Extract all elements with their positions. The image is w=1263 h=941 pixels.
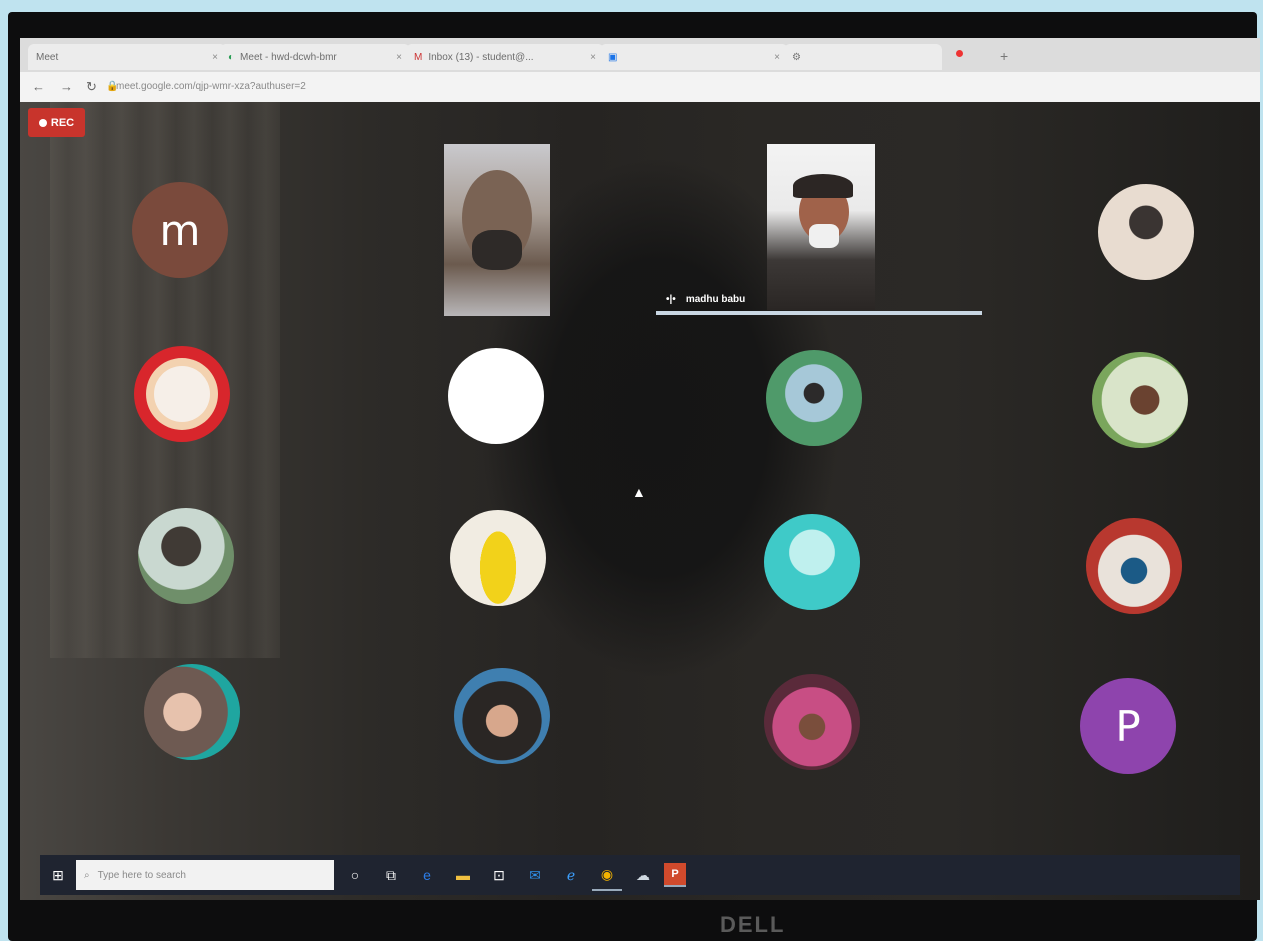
calendar-tab-icon: ▣ [608,51,618,63]
participant-avatar[interactable] [454,668,550,764]
browser-chrome: Meet × ◐ Meet - hwd-dcwh-bmr × M Inbox (13… [20,38,1260,102]
participant-avatar[interactable] [766,350,862,446]
participant-video-tile[interactable] [767,144,875,310]
powerpoint-icon[interactable]: P [664,863,686,887]
participant-avatar-m[interactable]: m [132,182,228,278]
browser-tab[interactable]: ⚙ [784,44,942,70]
participant-avatar[interactable] [764,514,860,610]
participant-avatar[interactable] [448,348,544,444]
tab-label: Meet [36,51,59,63]
tab-label: Meet - hwd-dcwh-bmr [240,51,337,63]
avatar-letter: m [159,205,201,255]
mask-shape [809,224,839,248]
participant-avatar[interactable] [764,674,860,770]
meet-tab-icon: ◐ [228,51,235,63]
mouse-cursor-icon: ▲ [632,484,646,500]
mail-icon[interactable]: ✉ [520,860,550,890]
reload-icon[interactable]: ↻ [86,79,97,95]
rec-label: REC [50,116,75,129]
task-view-icon[interactable]: ⧉ [376,860,406,890]
tab-label: Inbox (13) - student@... [428,51,534,63]
close-tab-icon[interactable]: × [774,52,780,63]
participant-video-tile[interactable] [444,144,550,316]
cortana-icon[interactable]: ○ [340,860,370,890]
address-bar-row: ← → ↻ 🔒 meet.google.com/qjp-wmr-xza?auth… [20,72,1260,102]
beard-shape [472,230,522,270]
url-field[interactable]: meet.google.com/qjp-wmr-xza?authuser=2 [116,81,306,92]
taskbar-search-box[interactable]: ⌕ Type here to search [76,860,334,890]
lion-cartoon-icon [154,366,210,422]
recording-badge: REC [28,108,85,137]
audio-level-icon: •|• [666,293,676,305]
participant-avatar[interactable] [450,510,546,606]
participant-avatar-p[interactable]: P [1080,678,1176,774]
browser-tab[interactable]: M Inbox (13) - student@... × [406,44,604,70]
participant-avatar[interactable] [1098,184,1194,280]
store-icon[interactable]: ⊡ [484,860,514,890]
windows-start-icon[interactable]: ⊞ [40,855,76,895]
record-indicator-icon [956,50,963,57]
dell-logo: DELL [720,912,786,937]
participant-avatar[interactable] [1092,352,1188,448]
back-icon[interactable]: ← [32,79,45,94]
browser-tab[interactable]: ◐ Meet - hwd-dcwh-bmr × [220,44,410,70]
browser-tab[interactable]: Meet × [28,44,226,70]
active-speaker-caption: •|• madhu babu [656,288,992,310]
file-explorer-icon[interactable]: ▬ [448,860,478,890]
participant-avatar[interactable] [134,346,230,442]
settings-tab-icon: ⚙ [792,51,801,63]
search-placeholder: Type here to search [97,869,186,881]
participant-avatar[interactable] [138,508,234,604]
speaker-name: madhu babu [685,293,746,305]
hair-shape [793,174,853,198]
search-icon: ⌕ [84,869,90,881]
gmail-tab-icon: M [414,51,423,63]
tab-strip: Meet × ◐ Meet - hwd-dcwh-bmr × M Inbox (13… [20,38,1260,72]
participant-avatar[interactable] [144,664,240,760]
forward-icon[interactable]: → [60,79,73,94]
speaker-highlight-line [656,311,982,315]
edge-icon[interactable]: e [412,860,442,890]
close-tab-icon[interactable]: × [212,52,218,63]
screen: Meet × ◐ Meet - hwd-dcwh-bmr × M Inbox (13… [20,38,1260,900]
cloud-app-icon[interactable]: ☁ [628,860,658,890]
close-tab-icon[interactable]: × [590,52,596,63]
participant-avatar[interactable] [1086,518,1182,614]
internet-explorer-icon[interactable]: ℯ [556,860,586,890]
record-dot-icon [38,118,47,127]
windows-taskbar: ⊞ ⌕ Type here to search ○ ⧉ e ▬ ⊡ ✉ ℯ ◉ … [40,855,1240,895]
close-tab-icon[interactable]: × [396,52,402,63]
chrome-icon[interactable]: ◉ [592,859,622,891]
new-tab-icon[interactable]: + [1000,48,1008,64]
browser-tab[interactable]: ▣ × [600,44,788,70]
avatar-letter: P [1115,701,1141,751]
